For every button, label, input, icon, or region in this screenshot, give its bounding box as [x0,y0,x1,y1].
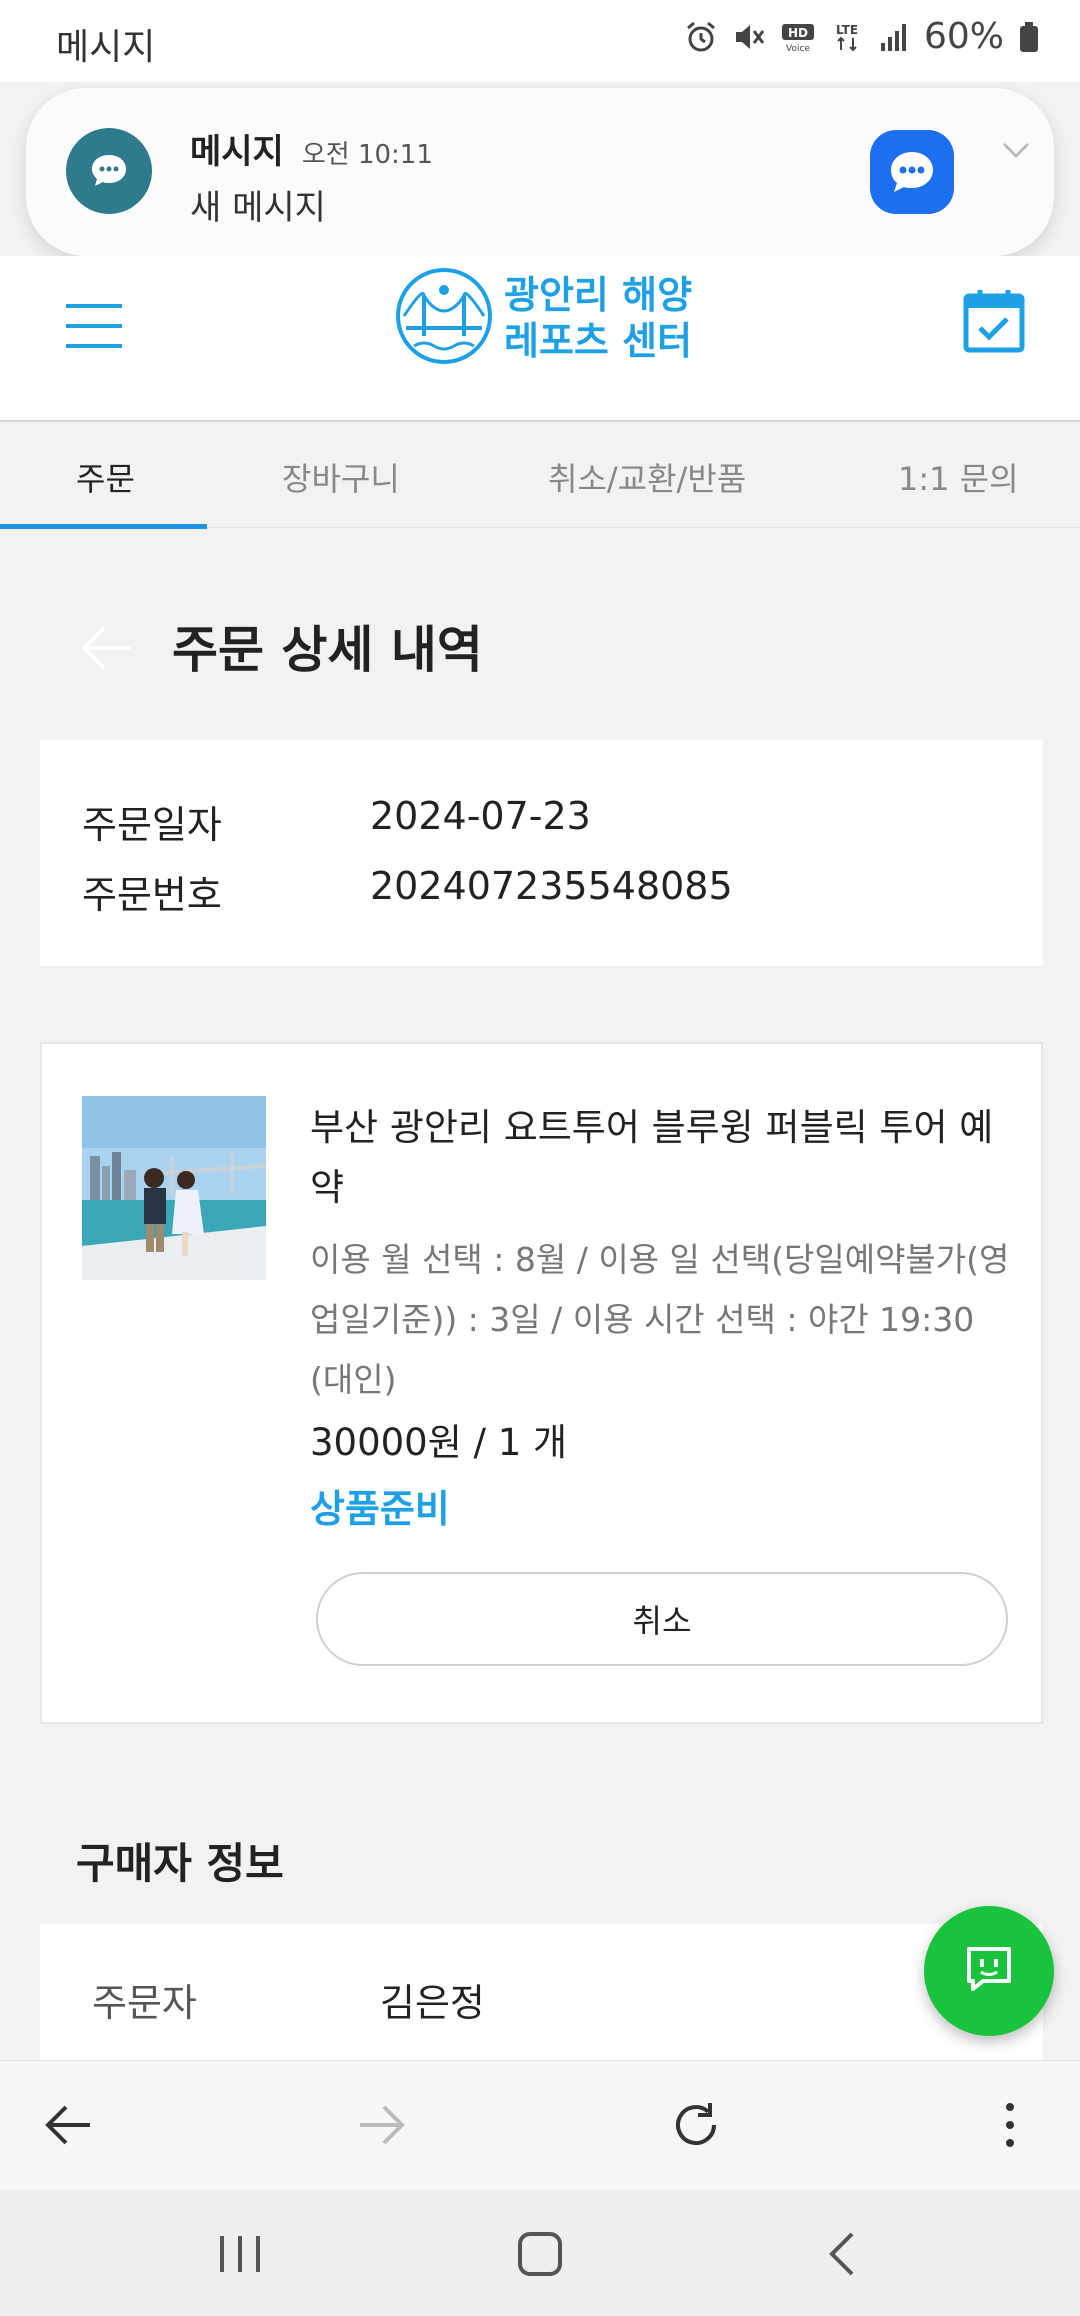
system-nav-bar [0,2190,1080,2316]
battery-percent: 60% [923,16,1004,57]
order-number-value: 202407235548085 [370,864,733,908]
notification-banner[interactable]: 메시지 오전 10:11 새 메시지 [26,88,1054,256]
product-card: 부산 광안리 요트투어 블루윙 퍼블릭 투어 예약 이용 월 선택 : 8월 /… [40,1042,1043,1724]
signal-icon [878,21,910,53]
hd-voice-icon: HD Voice [780,20,816,54]
cancel-button[interactable]: 취소 [316,1572,1008,1666]
tab-bar: 주문 장바구니 취소/교환/반품 1:1 문의 [0,424,1080,529]
browser-forward-icon[interactable] [354,2097,410,2157]
notification-title: 메시지 오전 10:11 [190,132,433,172]
browser-toolbar [0,2060,1080,2190]
battery-icon [1018,20,1040,54]
product-name[interactable]: 부산 광안리 요트투어 블루윙 퍼블릭 투어 예약 [310,1098,1010,1218]
order-number-label: 주문번호 [82,873,222,917]
tab-cart[interactable]: 장바구니 [282,454,400,500]
calendar-check-icon[interactable] [962,286,1026,358]
tab-inquiry[interactable]: 1:1 문의 [898,454,1019,500]
order-date-value: 2024-07-23 [370,794,591,838]
browser-back-icon[interactable] [40,2097,96,2157]
order-info-card: 주문일자 2024-07-23 주문번호 202407235548085 [40,740,1043,966]
home-icon[interactable] [512,2226,568,2286]
order-date-label: 주문일자 [82,803,222,847]
product-price: 30000원 / 1 개 [310,1421,568,1464]
mute-icon [732,20,766,54]
orderer-value: 김은정 [380,1981,485,2025]
messages-app-icon[interactable] [870,130,954,214]
system-back-icon[interactable] [816,2226,872,2286]
notification-time: 오전 10:11 [301,140,433,170]
orderer-label: 주문자 [92,1981,197,2025]
back-arrow-icon[interactable] [78,620,134,680]
product-thumbnail[interactable] [82,1096,266,1280]
tab-cancel-exchange-return[interactable]: 취소/교환/반품 [548,454,746,500]
product-options: 이용 월 선택 : 8월 / 이용 일 선택(당일예약불가(영업일기준)) : … [310,1240,1010,1399]
status-bar: 메시지 HD Voice LTE 60% [0,0,1080,82]
logo-text: 광안리 해양 레포츠 센터 [504,272,692,364]
recents-icon[interactable] [212,2226,268,2286]
svg-text:Voice: Voice [786,44,810,54]
status-icons: HD Voice LTE 60% [684,16,1040,57]
chat-bot-icon [961,1941,1017,2001]
logo-line2: 레포츠 센터 [504,319,693,363]
page-title: 주문 상세 내역 [172,621,483,679]
menu-icon[interactable] [64,296,124,360]
order-status: 상품준비 [310,1487,450,1531]
bridge-logo-icon [394,266,494,370]
svg-text:LTE: LTE [836,23,858,37]
message-bubble-icon [66,128,152,214]
status-app-name: 메시지 [56,27,156,68]
site-logo[interactable]: 광안리 해양 레포츠 센터 [394,266,692,370]
notification-body: 새 메시지 [190,188,326,228]
chat-bot-button[interactable] [924,1906,1054,2036]
active-tab-indicator [0,524,207,529]
tab-order[interactable]: 주문 [76,454,135,500]
alarm-icon [684,20,718,54]
logo-line1: 광안리 해양 [504,273,693,317]
svg-text:HD: HD [788,26,808,40]
site-header: 광안리 해양 레포츠 센터 [0,256,1080,422]
buyer-section-title: 구매자 정보 [76,1839,284,1888]
refresh-icon[interactable] [668,2097,724,2157]
chevron-down-icon[interactable] [998,138,1034,166]
buyer-info-card: 주문자 김은정 [40,1924,1043,2064]
lte-icon: LTE [830,20,864,54]
more-icon[interactable] [994,2097,1026,2157]
